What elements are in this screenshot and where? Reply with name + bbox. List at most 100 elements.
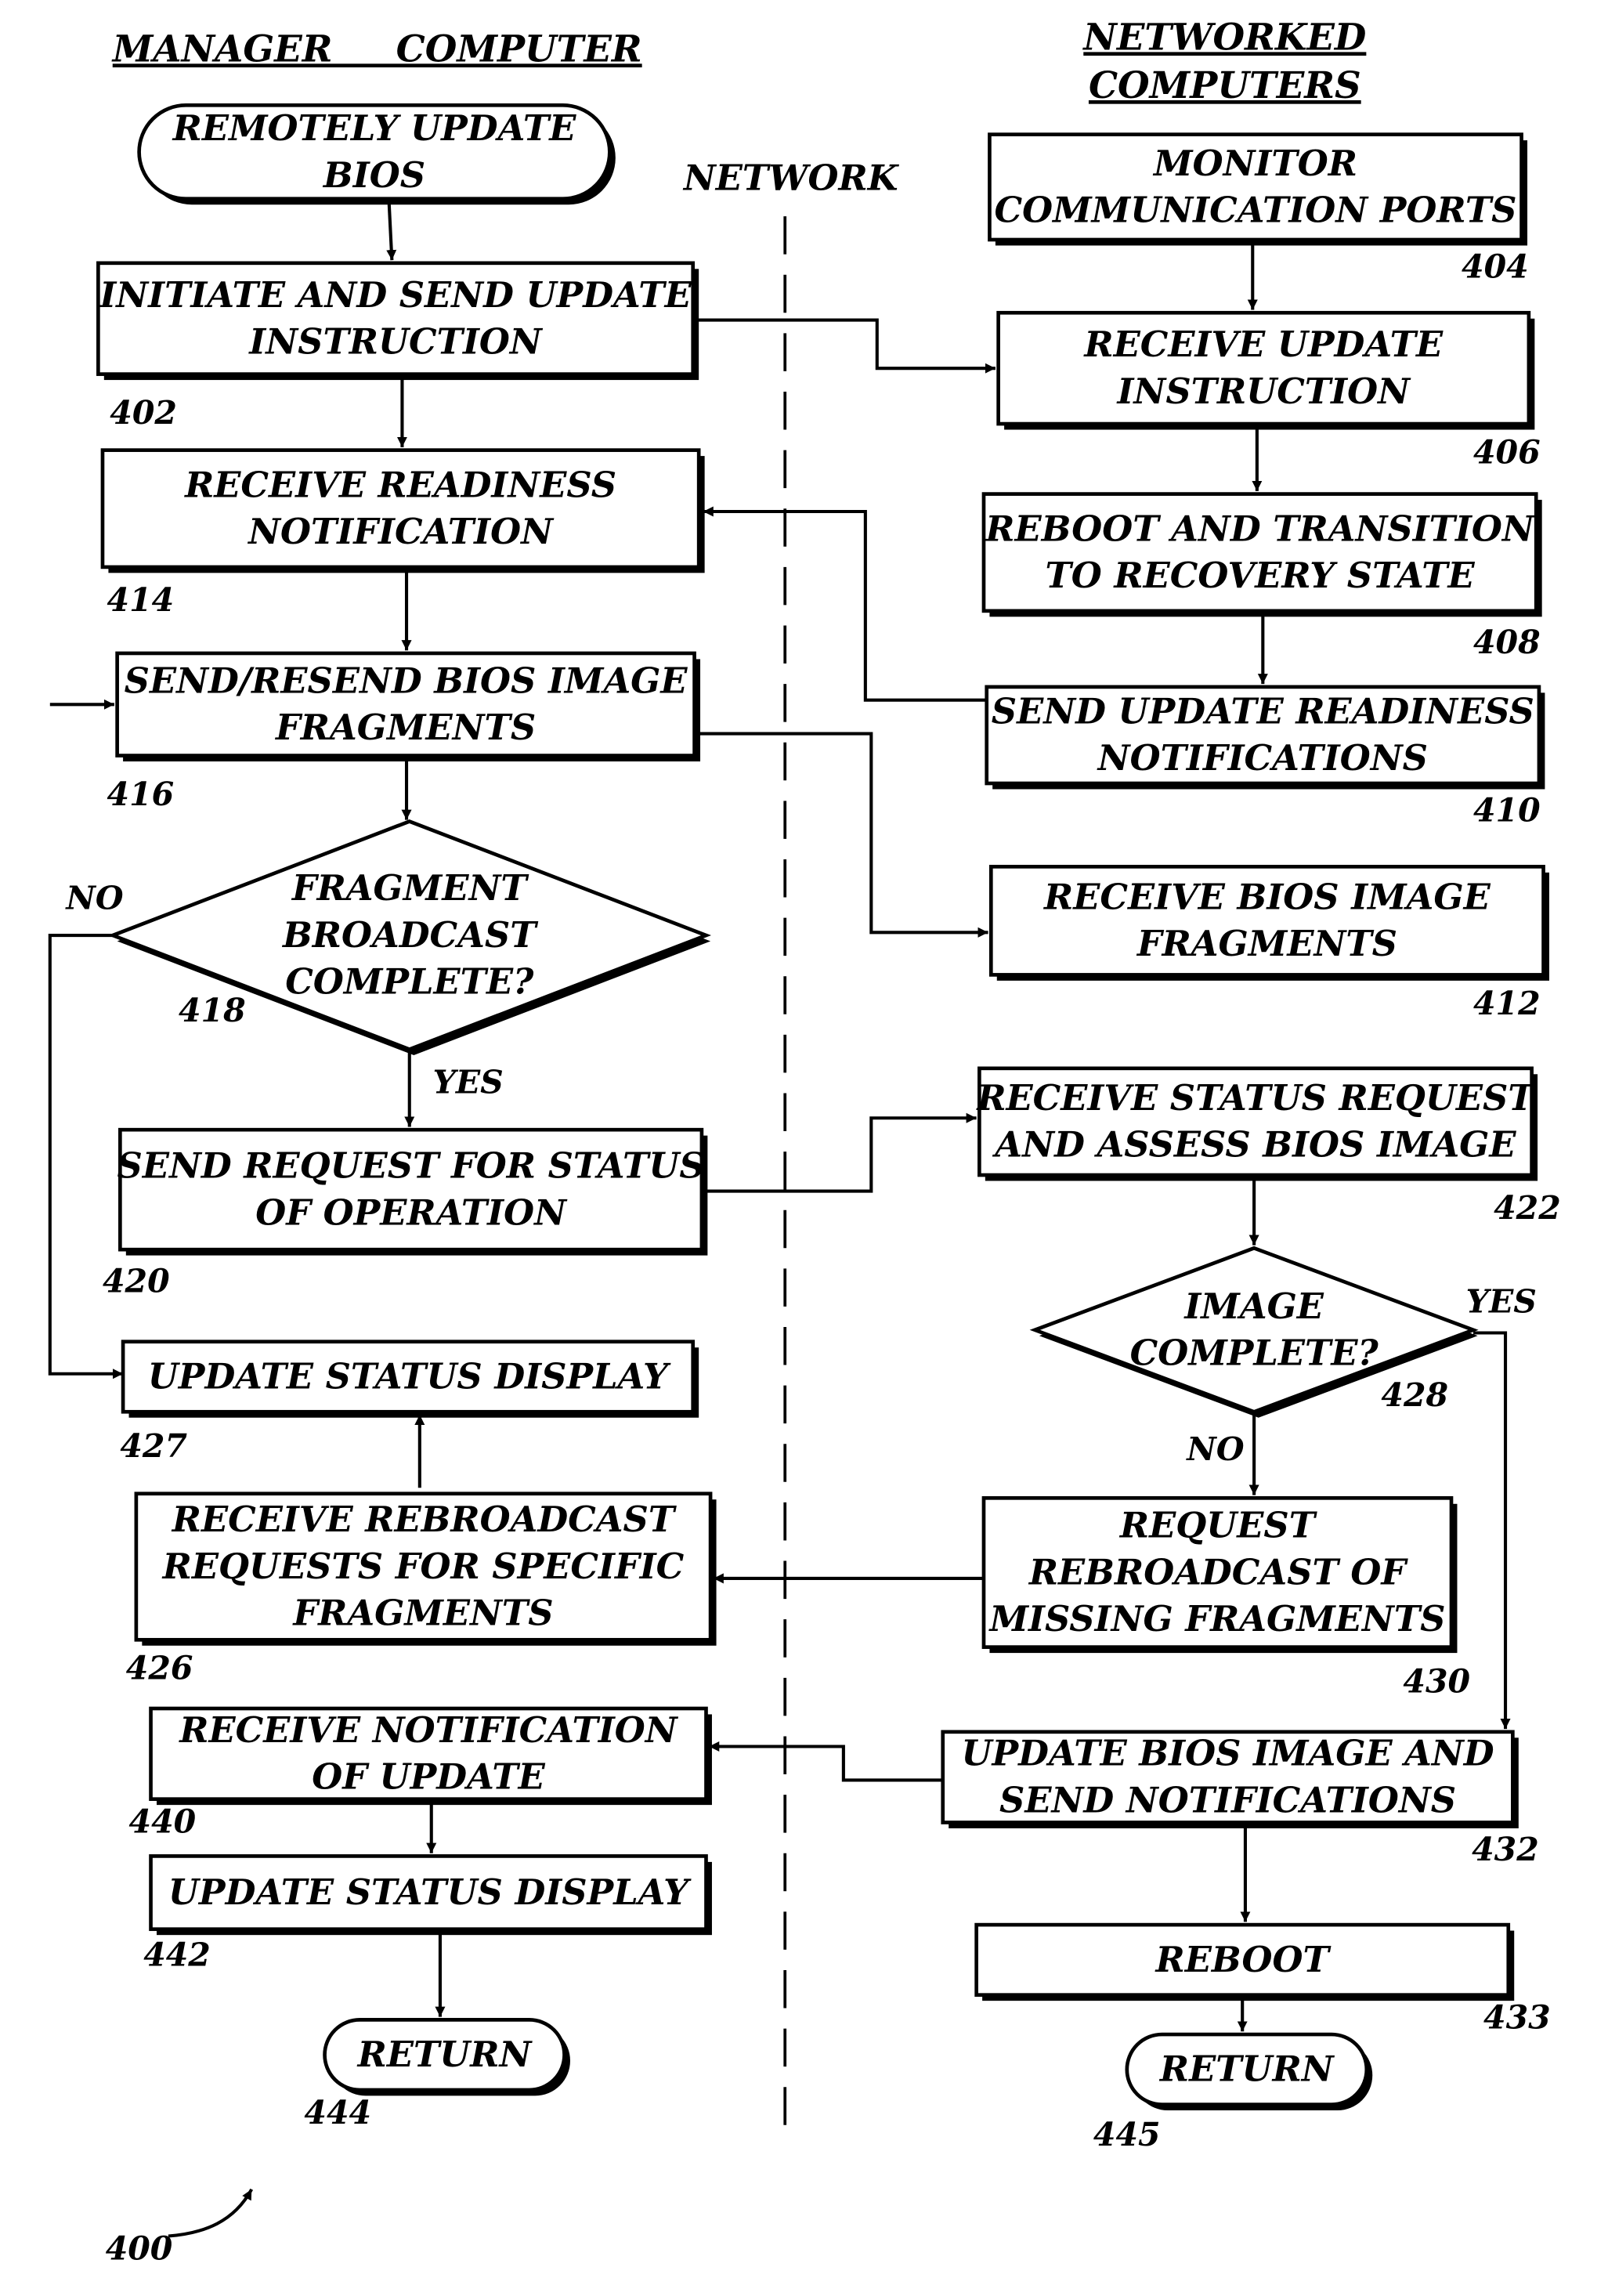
- node-n416: SEND/RESEND BIOS IMAGE FRAGMENTS 416: [107, 651, 701, 813]
- node-n418: FRAGMENT BROADCAST COMPLETE? 418: [107, 819, 712, 1056]
- node-label-line: SEND REQUEST FOR STATUS: [117, 1145, 705, 1187]
- node-n427: UPDATE STATUS DISPLAY 427: [120, 1340, 699, 1465]
- ref-number: 402: [110, 393, 177, 432]
- node-label-line: INSTRUCTION: [248, 320, 544, 362]
- node-n414: RECEIVE READINESS NOTIFICATION 414: [100, 448, 705, 619]
- ref-number: 422: [1494, 1188, 1561, 1227]
- decision-no-label: NO: [64, 878, 124, 917]
- node-start: REMOTELY UPDATE BIOS: [137, 103, 616, 205]
- node-n410: SEND UPDATE READINESS NOTIFICATIONS 410: [985, 685, 1545, 830]
- node-label-line: SEND UPDATE READINESS: [992, 691, 1534, 732]
- node-n406: RECEIVE UPDATE INSTRUCTION 406: [996, 310, 1541, 471]
- ref-number: 404: [1462, 247, 1529, 285]
- node-n445: RETURN 445: [1093, 2032, 1373, 2153]
- network-label: NETWORK: [682, 157, 900, 199]
- node-label-line: RECEIVE UPDATE: [1082, 324, 1444, 365]
- node-label-line: RECEIVE STATUS REQUEST: [975, 1077, 1537, 1119]
- node-label-line: RECEIVE REBROADCAST: [171, 1499, 678, 1540]
- flowchart: MANAGER COMPUTER NETWORKED COMPUTERS NET…: [48, 15, 1561, 2267]
- node-label-line: COMMUNICATION PORTS: [994, 190, 1516, 231]
- figure-ref: 400: [106, 2229, 173, 2267]
- node-label-line: SEND/RESEND BIOS IMAGE: [125, 660, 688, 701]
- ref-number: 445: [1093, 2115, 1161, 2153]
- ref-number: 426: [126, 1649, 193, 1687]
- ref-number: 440: [129, 1802, 197, 1841]
- node-n433: REBOOT 433: [974, 1922, 1551, 2037]
- node-label-line: OF UPDATE: [312, 1756, 545, 1798]
- node-label-line: MISSING FRAGMENTS: [988, 1598, 1445, 1640]
- ref-number: 408: [1473, 623, 1541, 661]
- flow-arrow: [48, 933, 124, 1379]
- node-label-line: UPDATE BIOS IMAGE AND: [961, 1733, 1494, 1774]
- node-label-line: REBOOT AND TRANSITION: [984, 508, 1536, 549]
- ref-number: 430: [1403, 1661, 1470, 1700]
- ref-number: 416: [107, 775, 175, 813]
- node-n404: MONITOR COMMUNICATION PORTS 404: [988, 132, 1529, 285]
- networked-header-line1: NETWORKED: [1082, 15, 1367, 58]
- node-n444: RETURN 444: [304, 2018, 570, 2131]
- node-label-line: SEND NOTIFICATIONS: [999, 1779, 1456, 1821]
- node-label-line: FRAGMENTS: [1136, 923, 1397, 964]
- flow-arrow: [709, 1741, 943, 1782]
- ref-number: 406: [1473, 432, 1541, 471]
- node-n420: SEND REQUEST FOR STATUSOF OPERATION 420: [103, 1127, 708, 1300]
- node-label-line: MONITOR: [1152, 143, 1357, 184]
- ref-number: 444: [304, 2093, 371, 2131]
- ref-number: 427: [120, 1426, 187, 1465]
- flow-arrow: [386, 201, 397, 261]
- ref-number: 420: [103, 1261, 170, 1300]
- node-label-line: REBOOT: [1155, 1939, 1332, 1980]
- node-label-line: REBROADCAST OF: [1028, 1551, 1408, 1593]
- node-label-line: IMAGE: [1183, 1285, 1324, 1327]
- node-n440: RECEIVE NOTIFICATION OF UPDATE 440: [129, 1706, 712, 1841]
- node-label-line: UPDATE STATUS DISPLAY: [168, 1871, 692, 1913]
- node-n412: RECEIVE BIOS IMAGE FRAGMENTS 412: [988, 865, 1550, 1022]
- flow-arrow: [703, 506, 987, 702]
- node-label-line: FRAGMENT: [291, 867, 530, 909]
- networked-header-line2: COMPUTERS: [1089, 63, 1361, 107]
- figure-ref-arrow: [168, 2188, 254, 2238]
- flow-arrow: [703, 1112, 977, 1193]
- manager-computer-header: MANAGER COMPUTER: [111, 27, 642, 70]
- node-n426: RECEIVE REBROADCAST REQUESTS FOR SPECIFIC…: [126, 1491, 717, 1687]
- node-n442: UPDATE STATUS DISPLAY 442: [143, 1854, 712, 1973]
- ref-number: 418: [179, 991, 246, 1029]
- node-label-line: REQUESTS FOR SPECIFIC: [161, 1546, 685, 1587]
- ref-number: 414: [107, 580, 175, 619]
- node-label-line: REMOTELY UPDATE: [172, 107, 577, 149]
- ref-number: 432: [1472, 1830, 1539, 1868]
- node-label-line: COMPLETE?: [1130, 1332, 1379, 1374]
- node-label-line: RETURN: [1158, 2048, 1335, 2090]
- node-label-line: RETURN: [356, 2034, 533, 2075]
- node-label-line: BIOS: [322, 154, 425, 196]
- decision-no-label: NO: [1185, 1430, 1245, 1468]
- decision-yes-label: YES: [1466, 1282, 1537, 1320]
- node-label-line: INSTRUCTION: [1115, 371, 1411, 412]
- flow-arrow: [699, 732, 988, 938]
- node-label-line: FRAGMENTS: [274, 707, 536, 748]
- node-n430: REQUEST REBROADCAST OF MISSING FRAGMENTS 43…: [981, 1496, 1471, 1700]
- node-label-line: UPDATE STATUS DISPLAY: [148, 1355, 671, 1397]
- node-label-line: FRAGMENTS: [291, 1593, 553, 1634]
- node-n402: INITIATE AND SEND UPDATEINSTRUCTION 402: [96, 261, 699, 432]
- ref-number: 433: [1483, 1998, 1551, 2037]
- ref-number: 428: [1381, 1376, 1448, 1414]
- node-label-line: INITIATE AND SEND UPDATE: [98, 274, 692, 316]
- node-label-line: OF OPERATION: [255, 1191, 568, 1233]
- node-label-line: NOTIFICATION: [247, 511, 555, 552]
- node-n432: UPDATE BIOS IMAGE AND SEND NOTIFICATIONS 4…: [941, 1730, 1539, 1868]
- node-label-line: COMPLETE?: [285, 961, 534, 1003]
- node-label-line: BROADCAST: [281, 914, 539, 956]
- node-label-line: AND ASSESS BIOS IMAGE: [992, 1124, 1516, 1166]
- node-label-line: RECEIVE READINESS: [183, 464, 616, 505]
- node-label-line: RECEIVE NOTIFICATION: [178, 1709, 678, 1751]
- ref-number: 410: [1473, 791, 1541, 830]
- node-label-line: TO RECOVERY STATE: [1046, 555, 1476, 596]
- node-label-line: NOTIFICATIONS: [1097, 737, 1428, 779]
- ref-number: 412: [1473, 984, 1541, 1022]
- node-n428: IMAGE COMPLETE?428: [1029, 1246, 1479, 1418]
- node-label-line: RECEIVE BIOS IMAGE: [1042, 876, 1491, 917]
- node-label-line: REQUEST: [1118, 1505, 1318, 1546]
- flow-arrow: [1472, 1331, 1511, 1730]
- decision-yes-label: YES: [433, 1063, 504, 1101]
